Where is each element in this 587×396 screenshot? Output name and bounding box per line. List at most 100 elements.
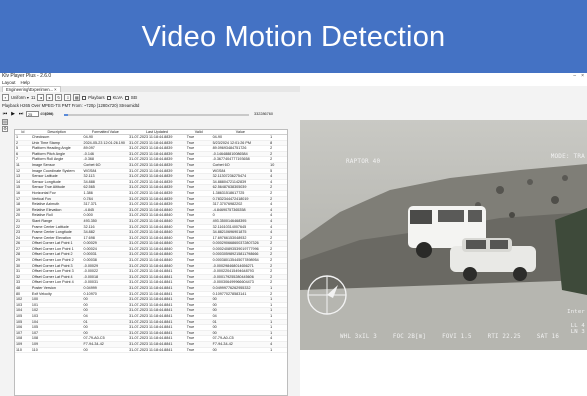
column-header[interactable]: Description bbox=[31, 130, 83, 134]
table-cell: 109 bbox=[16, 341, 23, 346]
table-cell: 0.04999 bbox=[83, 286, 97, 291]
table-cell: 00 bbox=[212, 302, 217, 307]
table-cell: 34.888 bbox=[83, 179, 95, 184]
table-cell: 0.109770278583141 bbox=[212, 291, 247, 296]
table-cell: 34.88804721142839 bbox=[212, 179, 247, 184]
table-cell: 04 bbox=[212, 314, 217, 318]
table-cell: 0.000290668600372807326 bbox=[212, 241, 259, 246]
minimize-button[interactable]: – bbox=[573, 73, 576, 80]
column-header[interactable]: Valid bbox=[186, 130, 212, 134]
table-cell: Offset Corner Lon Point 4 bbox=[31, 280, 74, 285]
table-cell: 101 bbox=[31, 302, 39, 307]
settings-icon[interactable]: ⚙ bbox=[2, 126, 8, 132]
banner-title: Video Motion Detection bbox=[141, 21, 446, 53]
table-row[interactable]: 110 110 00 31-07-2023 11:18:44.8841 True 00 1 bbox=[15, 348, 287, 354]
toolbar: ▪ Uniform ▾ 11 ◂ ▸ ↻ ⇩ ▦ Playbars KLVA S… bbox=[0, 93, 300, 102]
table-cell: True bbox=[186, 202, 195, 207]
table-cell: 16 bbox=[16, 190, 21, 195]
table-cell: 00 bbox=[83, 325, 88, 330]
unit-select[interactable]: Uniform ▾ bbox=[11, 95, 29, 100]
table-cell: True bbox=[186, 140, 195, 145]
table-cell: 4 bbox=[270, 207, 273, 212]
table-cell: 31-07-2023 11:18:44.8839 bbox=[129, 185, 173, 190]
table-cell: True bbox=[186, 241, 195, 246]
table-cell: 0.000380135445077898954 bbox=[212, 258, 259, 263]
table-cell: 4 bbox=[270, 218, 273, 223]
table-cell: 31-07-2023 11:18:44.8839 bbox=[129, 202, 173, 207]
table-cell: 108 bbox=[31, 336, 39, 341]
table-cell: 31-07-2023 11:18:44.8841 bbox=[129, 314, 173, 318]
skip-start-icon[interactable]: ⏮ bbox=[2, 111, 8, 117]
table-cell: 89.09693484751726 bbox=[212, 146, 247, 151]
step-forward-icon[interactable]: ▸ bbox=[46, 94, 54, 101]
playbars-checkbox[interactable] bbox=[82, 95, 87, 100]
table-cell: 4 bbox=[270, 336, 273, 341]
klv-table: Id Description Formatted Value Last Upda… bbox=[14, 129, 288, 396]
grid-icon[interactable]: ▦ bbox=[73, 94, 81, 101]
table-cell: True bbox=[186, 135, 195, 139]
table-cell: 31-07-2023 11:18:44.8841 bbox=[129, 297, 173, 302]
side-toolbar: ▤ ⚙ bbox=[2, 119, 8, 132]
tab-strip: Engineering\Experimen... × bbox=[0, 86, 300, 92]
table-cell: 0.784 bbox=[83, 196, 93, 201]
table-cell: 00 bbox=[212, 325, 217, 330]
column-header[interactable]: Formatted Value bbox=[83, 130, 129, 134]
column-header[interactable]: Value bbox=[212, 130, 270, 134]
skip-end-icon[interactable]: ⏭ bbox=[18, 111, 24, 117]
table-cell: 102 bbox=[16, 297, 23, 302]
table-view-icon[interactable]: ▤ bbox=[2, 119, 8, 125]
step-back-icon[interactable]: ◂ bbox=[37, 94, 45, 101]
table-cell: 2 bbox=[270, 196, 273, 201]
table-cell: 00 bbox=[83, 330, 88, 335]
table-cell: 01 bbox=[83, 319, 88, 324]
table-cell: 0.00024 bbox=[83, 246, 97, 251]
table-cell: True bbox=[186, 146, 195, 151]
table-cell: 31-07-2023 11:18:44.8839 bbox=[129, 157, 173, 162]
table-cell: 317.371 bbox=[83, 202, 97, 207]
table-cell: 100 bbox=[31, 297, 39, 302]
table-cell: 0.00031 bbox=[83, 252, 97, 257]
timeline-slider[interactable] bbox=[64, 114, 249, 116]
table-cell: 31-07-2023 11:18:44.8839 bbox=[129, 135, 173, 139]
table-cell: True bbox=[186, 341, 195, 346]
app-screenshot: Klv Player Plus - 2.6.0 – × Layout Help … bbox=[0, 73, 587, 396]
rate-select[interactable]: 25 bbox=[26, 110, 39, 117]
table-cell: 107 bbox=[16, 330, 23, 335]
table-cell: 1 bbox=[270, 314, 273, 318]
table-cell: True bbox=[186, 162, 195, 167]
table-cell: True bbox=[186, 319, 195, 324]
table-cell: True bbox=[186, 230, 195, 235]
table-cell: 109 bbox=[31, 341, 39, 346]
table-cell: 31-07-2023 11:18:44.8839 bbox=[129, 162, 173, 167]
table-cell: 4 bbox=[270, 174, 273, 179]
close-button[interactable]: × bbox=[581, 73, 584, 80]
video-view[interactable]: RAPTOR 40 MODE: TRA Inter LL 4 LN 3 WHL … bbox=[300, 120, 587, 350]
table-cell: 00 bbox=[212, 308, 217, 313]
table-cell: 31-07-2023 11:18:44.8841 bbox=[129, 269, 173, 274]
osd-strip-item: SAT 16 bbox=[536, 333, 560, 340]
unit-value[interactable]: 11 bbox=[31, 95, 35, 100]
table-cell: 2 bbox=[270, 157, 273, 162]
sei-checkbox[interactable] bbox=[124, 95, 129, 100]
table-cell: 00 bbox=[83, 302, 88, 307]
table-cell: True bbox=[186, 308, 195, 313]
table-cell: 00 bbox=[212, 347, 217, 352]
table-cell: 108 bbox=[16, 336, 23, 341]
tab-engineering[interactable]: Engineering\Experimen... × bbox=[2, 86, 61, 92]
table-cell: 31-07-2023 11:18:44.8841 bbox=[129, 330, 173, 335]
column-header[interactable]: Last Updated bbox=[128, 130, 186, 134]
table-cell: 6 bbox=[16, 151, 19, 156]
play-icon[interactable]: ▶ bbox=[10, 111, 16, 117]
table-cell: 31-07-2023 11:18:44.8841 bbox=[129, 286, 173, 291]
table-cell: 22 bbox=[16, 224, 21, 229]
table-cell: 4 bbox=[270, 230, 273, 235]
export-icon[interactable]: ⇩ bbox=[64, 94, 72, 101]
table-cell: -0.00018 bbox=[83, 274, 99, 279]
column-header[interactable] bbox=[269, 130, 287, 134]
save-icon[interactable]: ▪ bbox=[2, 94, 9, 101]
column-header[interactable]: Id bbox=[15, 130, 31, 134]
table-cell: 27 bbox=[16, 246, 21, 251]
klva-checkbox[interactable] bbox=[106, 95, 111, 100]
refresh-icon[interactable]: ↻ bbox=[55, 94, 63, 101]
table-cell: 26 bbox=[16, 241, 21, 246]
